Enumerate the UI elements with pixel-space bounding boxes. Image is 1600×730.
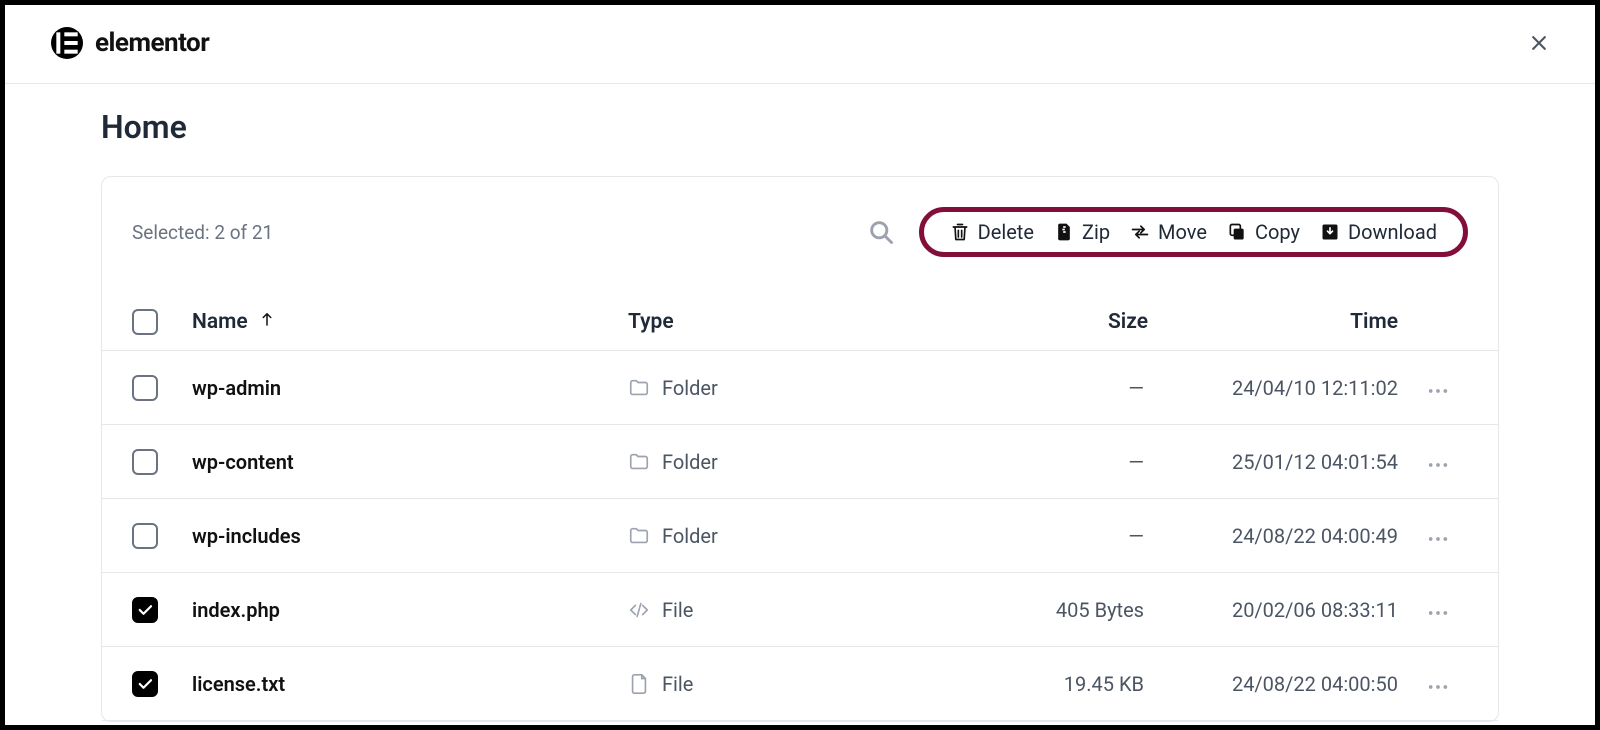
file-icon <box>628 673 650 695</box>
row-more-button[interactable] <box>1408 523 1468 548</box>
folder-icon <box>628 525 650 547</box>
file-time: 25/01/12 04:01:54 <box>1148 450 1408 474</box>
file-size: — <box>888 524 1148 548</box>
search-icon <box>867 218 895 246</box>
move-label: Move <box>1158 220 1207 244</box>
trash-icon <box>950 222 970 242</box>
row-checkbox[interactable] <box>132 523 158 549</box>
row-checkbox[interactable] <box>132 671 158 697</box>
file-type: Folder <box>628 450 888 474</box>
file-size: 405 Bytes <box>888 598 1148 622</box>
download-label: Download <box>1348 220 1437 244</box>
copy-button[interactable]: Copy <box>1227 220 1300 244</box>
file-time: 24/04/10 12:11:02 <box>1148 376 1408 400</box>
selection-status: Selected: 2 of 21 <box>132 221 273 244</box>
column-header-type[interactable]: Type <box>628 310 888 334</box>
row-more-button[interactable] <box>1408 671 1468 696</box>
copy-icon <box>1227 222 1247 242</box>
file-type: File <box>628 598 888 622</box>
select-all-checkbox[interactable] <box>132 309 158 335</box>
brand-logo-icon <box>51 27 83 59</box>
page-title: Home <box>101 108 1499 146</box>
file-type: File <box>628 672 888 696</box>
column-header-size[interactable]: Size <box>888 310 1148 334</box>
download-icon <box>1320 222 1340 242</box>
delete-button[interactable]: Delete <box>950 220 1034 244</box>
table-row[interactable]: license.txtFile19.45 KB24/08/22 04:00:50 <box>102 647 1498 721</box>
file-manager-panel: Selected: 2 of 21 Delete Zip <box>101 176 1499 722</box>
sort-asc-icon <box>258 310 276 334</box>
row-checkbox[interactable] <box>132 449 158 475</box>
table-row[interactable]: wp-adminFolder—24/04/10 12:11:02 <box>102 351 1498 425</box>
row-more-button[interactable] <box>1408 375 1468 400</box>
panel-header: Selected: 2 of 21 Delete Zip <box>102 177 1498 287</box>
file-time: 24/08/22 04:00:50 <box>1148 672 1408 696</box>
move-button[interactable]: Move <box>1130 220 1207 244</box>
zip-button[interactable]: Zip <box>1054 220 1110 244</box>
table-row[interactable]: wp-contentFolder—25/01/12 04:01:54 <box>102 425 1498 499</box>
file-name[interactable]: wp-includes <box>192 524 628 548</box>
file-name[interactable]: index.php <box>192 598 628 622</box>
file-type: Folder <box>628 524 888 548</box>
code-icon <box>628 599 650 621</box>
table-row[interactable]: wp-includesFolder—24/08/22 04:00:49 <box>102 499 1498 573</box>
column-header-time[interactable]: Time <box>1148 310 1408 334</box>
brand: elementor <box>51 27 209 59</box>
file-time: 24/08/22 04:00:49 <box>1148 524 1408 548</box>
bulk-actions-highlight: Delete Zip Move Copy <box>919 207 1468 257</box>
column-header-name[interactable]: Name <box>192 310 628 334</box>
close-icon <box>1529 33 1549 53</box>
file-table: Name Type Size Time wp-adminFolder—24/04… <box>102 293 1498 721</box>
file-size: 19.45 KB <box>888 672 1148 696</box>
table-header-row: Name Type Size Time <box>102 293 1498 351</box>
brand-name: elementor <box>95 28 209 58</box>
name-header-label: Name <box>192 310 248 334</box>
download-button[interactable]: Download <box>1320 220 1437 244</box>
file-name[interactable]: wp-content <box>192 450 628 474</box>
file-time: 20/02/06 08:33:11 <box>1148 598 1408 622</box>
file-type: Folder <box>628 376 888 400</box>
row-checkbox[interactable] <box>132 597 158 623</box>
move-icon <box>1130 222 1150 242</box>
folder-icon <box>628 451 650 473</box>
top-bar: elementor <box>5 5 1595 84</box>
row-more-button[interactable] <box>1408 597 1468 622</box>
zip-icon <box>1054 222 1074 242</box>
delete-label: Delete <box>978 220 1034 244</box>
file-name[interactable]: license.txt <box>192 672 628 696</box>
copy-label: Copy <box>1255 220 1300 244</box>
search-button[interactable] <box>863 214 899 250</box>
row-checkbox[interactable] <box>132 375 158 401</box>
close-button[interactable] <box>1519 23 1559 63</box>
table-row[interactable]: index.phpFile405 Bytes20/02/06 08:33:11 <box>102 573 1498 647</box>
file-size: — <box>888 376 1148 400</box>
file-name[interactable]: wp-admin <box>192 376 628 400</box>
row-more-button[interactable] <box>1408 449 1468 474</box>
folder-icon <box>628 377 650 399</box>
zip-label: Zip <box>1082 220 1110 244</box>
file-size: — <box>888 450 1148 474</box>
